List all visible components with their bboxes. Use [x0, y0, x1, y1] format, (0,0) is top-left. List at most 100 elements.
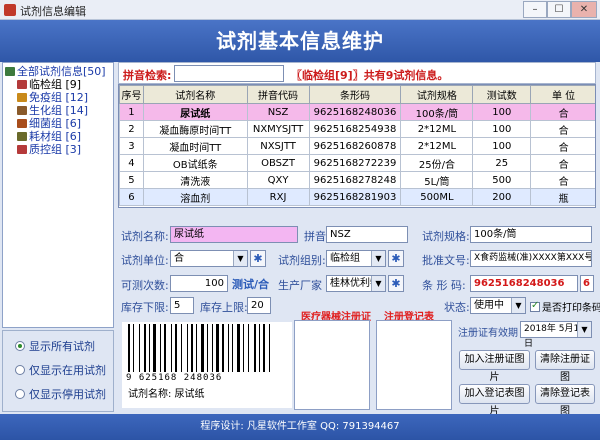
barcode-bar — [254, 324, 256, 372]
table-cell: 100 — [472, 103, 532, 121]
table-cell: 2 — [119, 120, 144, 138]
barcode-bar — [207, 324, 208, 372]
table-cell: 25 — [472, 154, 532, 172]
tree-root[interactable]: 全部试剂信息[50] — [5, 65, 113, 78]
barcode-bar — [269, 324, 270, 372]
column-header[interactable]: 拼音代码 — [246, 85, 310, 104]
close-button[interactable]: ✕ — [571, 1, 597, 18]
add-cert-image-button[interactable]: 加入注册证图片 — [459, 350, 530, 383]
table-cell: 25份/合 — [400, 154, 474, 172]
maker-lookup-button[interactable]: ✱ — [388, 275, 404, 292]
search-label: 拼音检索: — [123, 69, 172, 82]
table-cell: 凝血酶原时间TT — [142, 120, 248, 138]
barcode-label: 条 形 码: — [422, 279, 466, 292]
filter-radio[interactable]: 仅显示停用试剂 — [15, 387, 106, 403]
table-row[interactable]: 5 清洗液 QXY 9625168278248 5L/筒 500 合 — [119, 171, 595, 189]
folder-icon — [17, 145, 27, 154]
table-cell: 9625168254938 — [308, 120, 402, 138]
expiry-date-picker[interactable]: 2018年 5月15日 ▼ — [520, 321, 592, 349]
tree-item[interactable]: 免疫组 [12] — [5, 91, 113, 104]
filter-radio[interactable]: 仅显示在用试剂 — [15, 363, 106, 379]
title-bar: 试剂信息编辑 – ☐ ✕ — [0, 0, 600, 20]
tree-item[interactable]: 临检组 [9] — [5, 78, 113, 91]
table-row[interactable]: 1 尿试纸 NSZ 9625168248036 100条/筒 100 合 — [119, 103, 595, 121]
table-cell: 4 — [119, 154, 144, 172]
group-select[interactable]: 临检组 ▼ — [326, 250, 386, 267]
add-reg-image-button[interactable]: 加入登记表图片 — [459, 384, 530, 417]
barcode-extra-field[interactable]: 6 — [580, 275, 594, 292]
barcode-preview: 9 625168 248036 试剂名称: 尿试纸 — [122, 322, 292, 408]
reagent-table: 序号 试剂名称 拼音代码 条形码 试剂规格 测试数单 位 1 尿试纸 NSZ 962516824… — [118, 84, 596, 208]
print-checkbox[interactable]: 是否打印条码 — [530, 299, 600, 314]
filter-panel: 显示所有试剂 仅显示在用试剂 仅显示停用试剂 — [2, 330, 114, 412]
table-cell: 合 — [530, 137, 595, 155]
stock-min-field[interactable]: 5 — [170, 297, 194, 314]
column-header[interactable]: 序号 — [119, 85, 144, 104]
tree-item[interactable]: 生化组 [14] — [5, 104, 113, 117]
table-row[interactable]: 2 凝血酶原时间TT NXMYSJTT 9625168254938 2*12ML 100 合 — [119, 120, 595, 138]
unit-select[interactable]: 合 ▼ — [170, 250, 248, 267]
group-lookup-button[interactable]: ✱ — [388, 250, 404, 267]
column-header[interactable]: 试剂名称 — [142, 85, 248, 104]
filter-radio[interactable]: 显示所有试剂 — [15, 339, 95, 355]
cert-image-box[interactable] — [294, 320, 370, 410]
table-cell: 100条/筒 — [400, 103, 474, 121]
table-cell: 清洗液 — [142, 171, 248, 189]
tree-item[interactable]: 耗材组 [6] — [5, 130, 113, 143]
barcode-bar — [175, 324, 177, 372]
barcode-bar — [191, 324, 193, 372]
barcode-bar — [259, 324, 260, 372]
table-cell: 9625168272239 — [308, 154, 402, 172]
clear-reg-image-button[interactable]: 清除登记表图 — [535, 384, 595, 417]
maximize-button[interactable]: ☐ — [547, 1, 571, 18]
table-cell: 200 — [472, 188, 532, 206]
status-select[interactable]: 使用中 ▼ — [470, 297, 526, 314]
unit-lookup-button[interactable]: ✱ — [250, 250, 266, 267]
barcode-bar — [181, 324, 182, 372]
folder-icon — [17, 80, 27, 89]
table-row[interactable]: 3 凝血时间TT NXSJTT 9625168260878 2*12ML 100 合 — [119, 137, 595, 155]
table-cell: OBSZT — [246, 154, 310, 172]
tests-field[interactable]: 100 — [170, 275, 228, 292]
table-cell: 9625168260878 — [308, 137, 402, 155]
barcode-field[interactable]: 9625168248036 — [470, 275, 578, 292]
column-header[interactable]: 试剂规格 — [400, 85, 474, 104]
stock-max-field[interactable]: 20 — [247, 297, 271, 314]
approval-field[interactable]: X食药监械(准)XXXX第XXX号 — [470, 250, 592, 267]
table-cell: 5L/筒 — [400, 171, 474, 189]
spec-field[interactable]: 100条/筒 — [470, 226, 592, 243]
tree-item[interactable]: 细菌组 [6] — [5, 117, 113, 130]
folder-icon — [5, 67, 15, 76]
category-tree[interactable]: 全部试剂信息[50] 临检组 [9] 免疫组 [12] 生化组 [14] 细菌组 [6… — [2, 62, 114, 328]
table-cell: RXJ — [246, 188, 310, 206]
search-bar: 拼音检索: 〖临检组[9]〗共有9试剂信息。 — [118, 62, 596, 84]
minimize-button[interactable]: – — [523, 1, 547, 18]
reg-image-box[interactable] — [376, 320, 452, 410]
name-label: 试剂名称: — [121, 230, 169, 243]
maker-select[interactable]: 桂林优利特 ▼ — [326, 275, 386, 292]
reagent-name-field[interactable]: 尿试纸 — [170, 226, 298, 243]
table-cell: 瓶 — [530, 188, 595, 206]
approval-label: 批准文号: — [422, 254, 470, 267]
table-cell: 合 — [530, 154, 595, 172]
pinyin-search-input[interactable] — [174, 65, 284, 82]
radio-icon — [15, 365, 25, 375]
column-header[interactable]: 条形码 — [308, 85, 402, 104]
barcode-caption: 试剂名称: 尿试纸 — [128, 389, 205, 400]
barcode-bar — [237, 324, 240, 372]
pinyin-field[interactable]: NSZ — [326, 226, 408, 243]
clear-cert-image-button[interactable]: 清除注册证图 — [535, 350, 595, 383]
tree-item[interactable]: 质控组 [3] — [5, 143, 113, 156]
table-cell: 合 — [530, 103, 595, 121]
column-header[interactable]: 测试数 — [472, 85, 532, 104]
column-header[interactable]: 单 位 — [530, 85, 595, 104]
unit-label: 试剂单位: — [121, 254, 169, 267]
barcode-bar — [222, 324, 224, 372]
table-row[interactable]: 6 溶血剂 RXJ 9625168281903 500ML 200 瓶 — [119, 188, 595, 206]
table-cell: 合 — [530, 120, 595, 138]
stock-min-label: 库存下限: — [121, 301, 169, 314]
table-cell: 2*12ML — [400, 120, 474, 138]
table-row[interactable]: 4 OB试纸条 OBSZT 9625168272239 25份/合 25 合 — [119, 154, 595, 172]
group-label: 试剂组别: — [278, 254, 326, 267]
table-cell: 尿试纸 — [142, 103, 248, 121]
